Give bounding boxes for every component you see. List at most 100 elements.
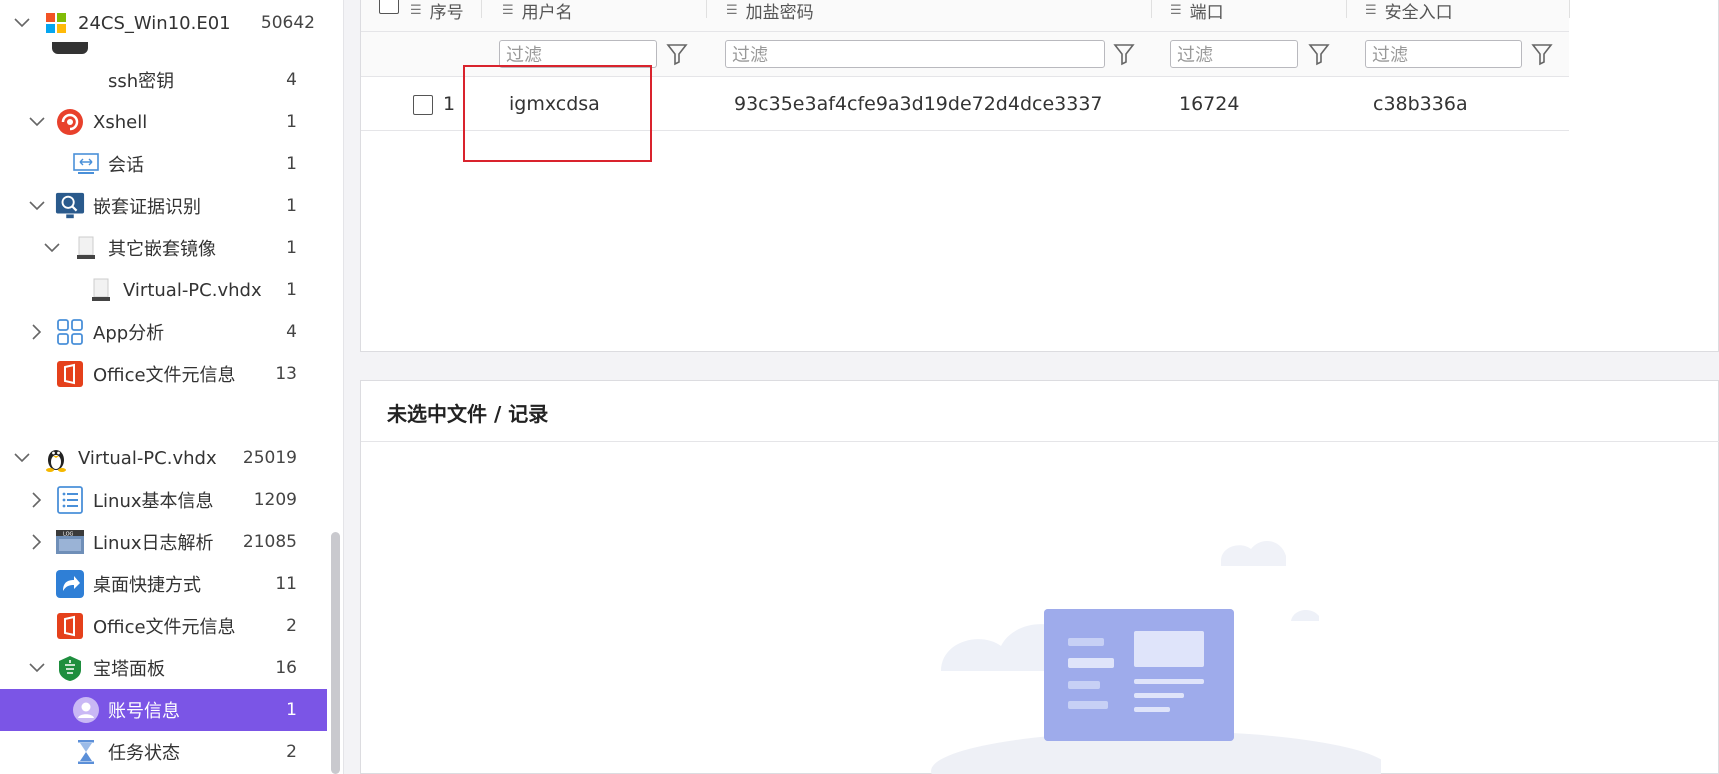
list-icon: ☰ — [502, 2, 514, 18]
chevron-down-icon[interactable] — [28, 113, 46, 131]
tree-item-label: App分析 — [93, 323, 165, 344]
nested-evidence-icon — [55, 191, 85, 221]
shortcut-icon — [55, 569, 85, 599]
filter-icon[interactable] — [1531, 42, 1553, 66]
tree-item-count: 1 — [286, 196, 297, 216]
tree-item-baota-panel[interactable]: 宝塔面板 16 — [0, 647, 327, 689]
xshell-icon — [55, 107, 85, 137]
chevron-down-icon[interactable] — [13, 449, 31, 467]
cell-security-entry: c38b336a — [1373, 93, 1468, 115]
tree-item-office-metadata-linux[interactable]: Office文件元信息 2 — [0, 605, 327, 647]
tree-item-other-nested-images[interactable]: 其它嵌套镜像 1 — [0, 227, 327, 269]
app-window: 24CS_Win10.E01 50642 ssh密钥 4 Xshell 1 会话 — [0, 0, 1719, 774]
tree-item-linux-basic-info[interactable]: Linux基本信息 1209 — [0, 479, 327, 521]
tree-item-label: Virtual-PC.vhdx — [78, 447, 217, 469]
annotation-highlight-box — [463, 65, 652, 162]
disk-icon — [71, 233, 101, 263]
list-icon: ☰ — [726, 2, 738, 18]
tree-item-ssh-keys[interactable]: ssh密钥 4 — [0, 59, 327, 101]
tree-item-count: 25019 — [242, 448, 297, 468]
tree-item-label: Xshell — [93, 111, 148, 133]
hourglass-icon — [71, 737, 101, 767]
chevron-right-icon[interactable] — [28, 491, 46, 509]
sidebar-scrollbar-thumb[interactable] — [331, 532, 340, 774]
tree-item-label: 24CS_Win10.E01 — [78, 12, 231, 34]
tree-item-label: 任务状态 — [108, 743, 180, 764]
chevron-down-icon[interactable] — [28, 197, 46, 215]
filter-icon[interactable] — [1308, 42, 1330, 66]
office-icon — [55, 611, 85, 641]
tree-item-count: 21085 — [242, 532, 297, 552]
disk-icon — [86, 275, 116, 305]
tree-item-count: 2 — [286, 742, 297, 762]
list-icon: ☰ — [1365, 2, 1377, 18]
tree-item-account-info[interactable]: 账号信息 1 — [0, 689, 327, 731]
column-header-salted-password[interactable]: ☰ 加盐密码 — [726, 0, 814, 24]
tree-item-count: 1 — [286, 154, 297, 174]
office-icon — [55, 359, 85, 389]
tree-item-label: 桌面快捷方式 — [93, 575, 201, 596]
session-icon — [71, 149, 101, 179]
column-separator[interactable] — [481, 0, 482, 18]
tree-item-linux-log-parse[interactable]: LOG Linux日志解析 21085 — [0, 521, 327, 563]
chevron-right-icon[interactable] — [28, 323, 46, 341]
tree-item-xshell[interactable]: Xshell 1 — [0, 101, 327, 143]
filter-input-username[interactable]: 过滤 — [499, 40, 657, 68]
chevron-down-icon[interactable] — [13, 14, 31, 32]
tree-item-task-status[interactable]: 任务状态 2 — [0, 731, 327, 773]
column-header-username[interactable]: ☰ 用户名 — [502, 0, 573, 24]
tree-item-app-analysis[interactable]: App分析 4 — [0, 311, 327, 353]
filter-input-salted-password[interactable]: 过滤 — [725, 40, 1105, 68]
tree-item-desktop-shortcuts[interactable]: 桌面快捷方式 11 — [0, 563, 327, 605]
tree-item-virtual-pc-vhdx-nested[interactable]: Virtual-PC.vhdx 1 — [0, 269, 327, 311]
filter-icon[interactable] — [666, 42, 688, 66]
column-separator[interactable] — [1569, 0, 1570, 18]
divider — [361, 441, 1719, 442]
results-table: ☰ 序号 ☰ 用户名 ☰ 加盐密码 ☰ 端口 ☰ 安全入口 过滤 过滤 过滤 过滤 — [360, 0, 1719, 352]
tree-item-count: 2 — [286, 616, 297, 636]
filter-input-port[interactable]: 过滤 — [1170, 40, 1298, 68]
detail-title: 未选中文件 / 记录 — [387, 402, 549, 426]
tree-item-count: 1 — [286, 112, 297, 132]
column-separator[interactable] — [1151, 0, 1152, 18]
column-separator[interactable] — [706, 0, 707, 18]
tree-item-24cs-win10[interactable]: 24CS_Win10.E01 50642 — [0, 2, 327, 44]
tree-item-virtual-pc-vhdx[interactable]: Virtual-PC.vhdx 25019 — [0, 437, 327, 479]
filter-icon[interactable] — [1113, 42, 1135, 66]
cell-index: 1 — [443, 93, 456, 115]
tree-item-count: 1 — [286, 700, 297, 720]
cell-salted-password: 93c35e3af4cfe9a3d19de72d4dce3337 — [734, 93, 1103, 115]
tree-item-sessions[interactable]: 会话 1 — [0, 143, 327, 185]
tree-item-office-metadata[interactable]: Office文件元信息 13 — [0, 353, 327, 395]
column-header-index[interactable]: ☰ 序号 — [410, 0, 464, 24]
row-checkbox[interactable] — [413, 95, 433, 115]
list-icon — [55, 485, 85, 515]
tree-item-label: 嵌套证据识别 — [93, 197, 201, 218]
column-header-security-entry[interactable]: ☰ 安全入口 — [1365, 0, 1453, 24]
detail-panel: 未选中文件 / 记录 — [360, 380, 1719, 774]
empty-state-illustration — [931, 540, 1381, 774]
filter-input-security-entry[interactable]: 过滤 — [1365, 40, 1522, 68]
column-header-port[interactable]: ☰ 端口 — [1170, 0, 1224, 24]
tree-item-count: 16 — [275, 658, 297, 678]
list-icon: ☰ — [1170, 2, 1182, 18]
tree-item-label: 账号信息 — [108, 701, 180, 722]
tree-item-label: ssh密钥 — [108, 71, 175, 92]
tree-item-label: 其它嵌套镜像 — [108, 239, 216, 260]
tree-item-label: Virtual-PC.vhdx — [123, 279, 262, 301]
chevron-down-icon[interactable] — [28, 659, 46, 677]
tree-item-count: 50642 — [260, 13, 315, 33]
select-all-checkbox[interactable] — [379, 0, 399, 14]
list-icon: ☰ — [410, 2, 422, 18]
tree-item-count: 4 — [286, 322, 297, 342]
user-icon — [71, 695, 101, 725]
tree-item-count: 1209 — [253, 490, 297, 510]
cell-port: 16724 — [1179, 93, 1240, 115]
column-separator[interactable] — [1346, 0, 1347, 18]
chevron-right-icon[interactable] — [28, 533, 46, 551]
tree-item-label: 宝塔面板 — [93, 659, 165, 680]
windows-icon — [41, 8, 71, 38]
app-grid-icon — [55, 317, 85, 347]
tree-item-nested-evidence[interactable]: 嵌套证据识别 1 — [0, 185, 327, 227]
chevron-down-icon[interactable] — [43, 239, 61, 257]
